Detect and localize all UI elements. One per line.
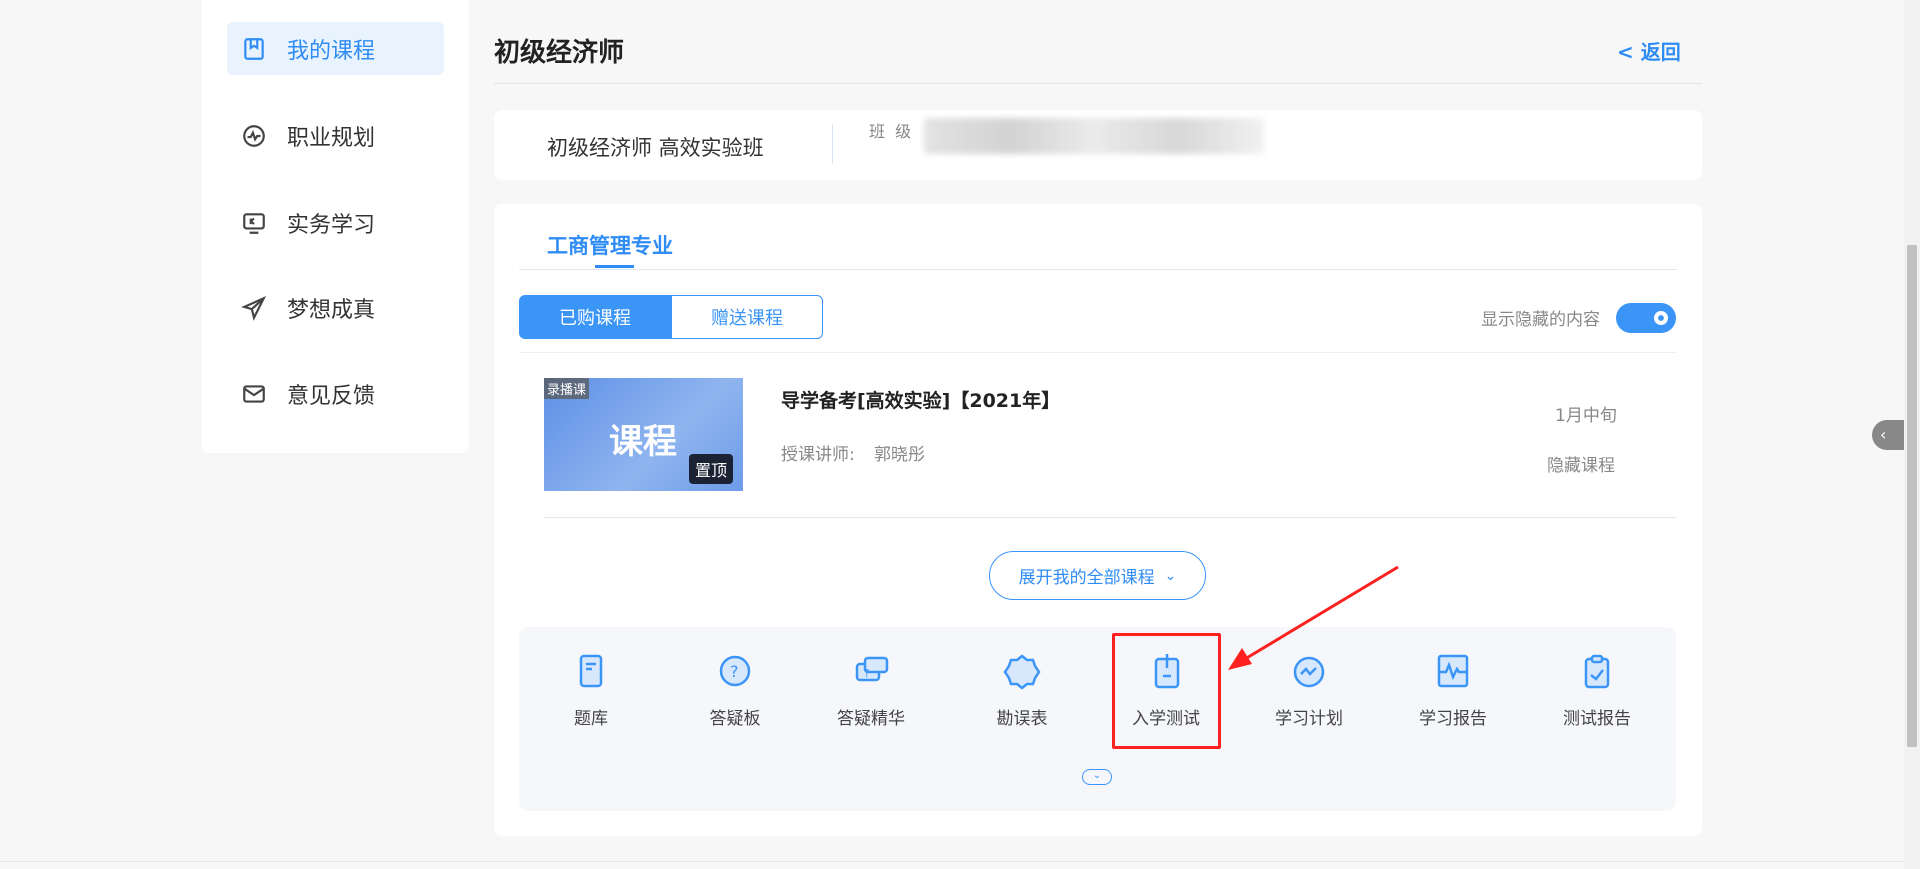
pulse-icon bbox=[243, 124, 265, 147]
teacher-name: 郭晓彤 bbox=[874, 445, 925, 465]
tab-underline bbox=[595, 265, 634, 268]
sidebar-item-label: 职业规划 bbox=[287, 125, 376, 151]
show-hidden-toggle[interactable] bbox=[1616, 303, 1676, 333]
sidebar: 我的课程 职业规划 实务学习 梦想成真 意见反馈 bbox=[202, 0, 469, 453]
course-thumbnail[interactable]: 录播课 课程 置顶 bbox=[544, 378, 743, 491]
toggle-label: 显示隐藏的内容 bbox=[1481, 310, 1600, 330]
study-report-icon bbox=[1437, 654, 1469, 688]
tab-major[interactable]: 工商管理专业 bbox=[547, 230, 673, 260]
sidebar-item-label: 意见反馈 bbox=[287, 383, 376, 409]
tool-study-report[interactable]: 学习报告 bbox=[1393, 650, 1513, 729]
divider bbox=[494, 83, 1702, 84]
recorded-badge: 录播课 bbox=[544, 378, 590, 399]
mail-icon bbox=[243, 384, 265, 403]
tool-label: 答疑精华 bbox=[837, 709, 905, 729]
send-icon bbox=[241, 295, 267, 321]
annotation-highlight-box bbox=[1112, 633, 1221, 749]
sidebar-item-career[interactable]: 职业规划 bbox=[227, 109, 444, 162]
divider bbox=[519, 352, 1677, 353]
annotation-arrow-icon bbox=[1228, 565, 1399, 670]
blurred-class-value bbox=[924, 118, 1264, 154]
sidebar-item-my-courses[interactable]: 我的课程 bbox=[227, 22, 444, 75]
tool-question-bank[interactable]: 题库 bbox=[531, 650, 651, 729]
monitor-icon bbox=[243, 212, 265, 234]
tool-label: 学习计划 bbox=[1275, 709, 1343, 729]
qa-highlights-icon: ? bbox=[855, 656, 889, 682]
divider bbox=[519, 269, 1677, 270]
tool-label: 题库 bbox=[574, 709, 608, 729]
teacher-label: 授课讲师: bbox=[781, 445, 855, 465]
sidebar-item-label: 实务学习 bbox=[287, 212, 376, 238]
question-bank-icon bbox=[579, 654, 603, 688]
tool-label: 勘误表 bbox=[996, 709, 1048, 729]
expand-all-courses-button[interactable]: 展开我的全部课程 ⌄ bbox=[989, 551, 1206, 600]
bookmark-icon bbox=[244, 37, 264, 60]
chevron-down-icon: ⌄ bbox=[1164, 567, 1177, 584]
back-link[interactable]: < 返回 bbox=[1617, 36, 1681, 65]
pinned-badge: 置顶 bbox=[689, 454, 734, 484]
thumbnail-text: 课程 bbox=[609, 422, 677, 462]
errata-icon bbox=[1003, 654, 1041, 690]
sidebar-item-label: 梦想成真 bbox=[287, 297, 376, 323]
svg-text:?: ? bbox=[730, 662, 739, 681]
tool-label: 学习报告 bbox=[1419, 709, 1487, 729]
tool-label: 答疑板 bbox=[709, 709, 761, 729]
divider bbox=[544, 517, 1676, 518]
sidebar-item-feedback[interactable]: 意见反馈 bbox=[227, 367, 444, 420]
hide-course-link[interactable]: 隐藏课程 bbox=[1547, 451, 1615, 476]
course-title[interactable]: 导学备考[高效实验]【2021年】 bbox=[781, 386, 1060, 413]
class-card: 初级经济师 高效实验班 班 级 bbox=[494, 110, 1702, 180]
tool-qa-board[interactable]: ? 答疑板 bbox=[675, 650, 795, 729]
test-report-icon bbox=[1584, 654, 1610, 689]
expand-tools-chevron-button[interactable]: ⌄ bbox=[1082, 769, 1112, 785]
tool-errata[interactable]: 勘误表 bbox=[962, 650, 1082, 729]
divider bbox=[832, 124, 833, 164]
tool-qa-highlights[interactable]: ? 答疑精华 bbox=[811, 650, 931, 729]
tool-label: 测试报告 bbox=[1563, 709, 1631, 729]
sidebar-item-label: 我的课程 bbox=[287, 38, 376, 64]
class-name: 初级经济师 高效实验班 bbox=[547, 136, 764, 160]
svg-text:?: ? bbox=[864, 667, 870, 680]
expand-label: 展开我的全部课程 bbox=[1018, 568, 1155, 588]
sidebar-item-dream[interactable]: 梦想成真 bbox=[227, 281, 444, 334]
sidebar-item-practice[interactable]: 实务学习 bbox=[227, 196, 444, 249]
course-time: 1月中旬 bbox=[1555, 406, 1617, 426]
tool-test-report[interactable]: 测试报告 bbox=[1537, 650, 1657, 729]
tab-gift-courses[interactable]: 赠送课程 bbox=[671, 295, 823, 339]
tab-purchased-courses[interactable]: 已购课程 bbox=[519, 295, 671, 339]
divider bbox=[0, 861, 1904, 862]
page-title: 初级经济师 bbox=[494, 38, 625, 68]
scrollbar[interactable] bbox=[1904, 0, 1920, 869]
class-label: 班 级 bbox=[869, 122, 912, 141]
qa-board-icon: ? bbox=[719, 655, 751, 687]
